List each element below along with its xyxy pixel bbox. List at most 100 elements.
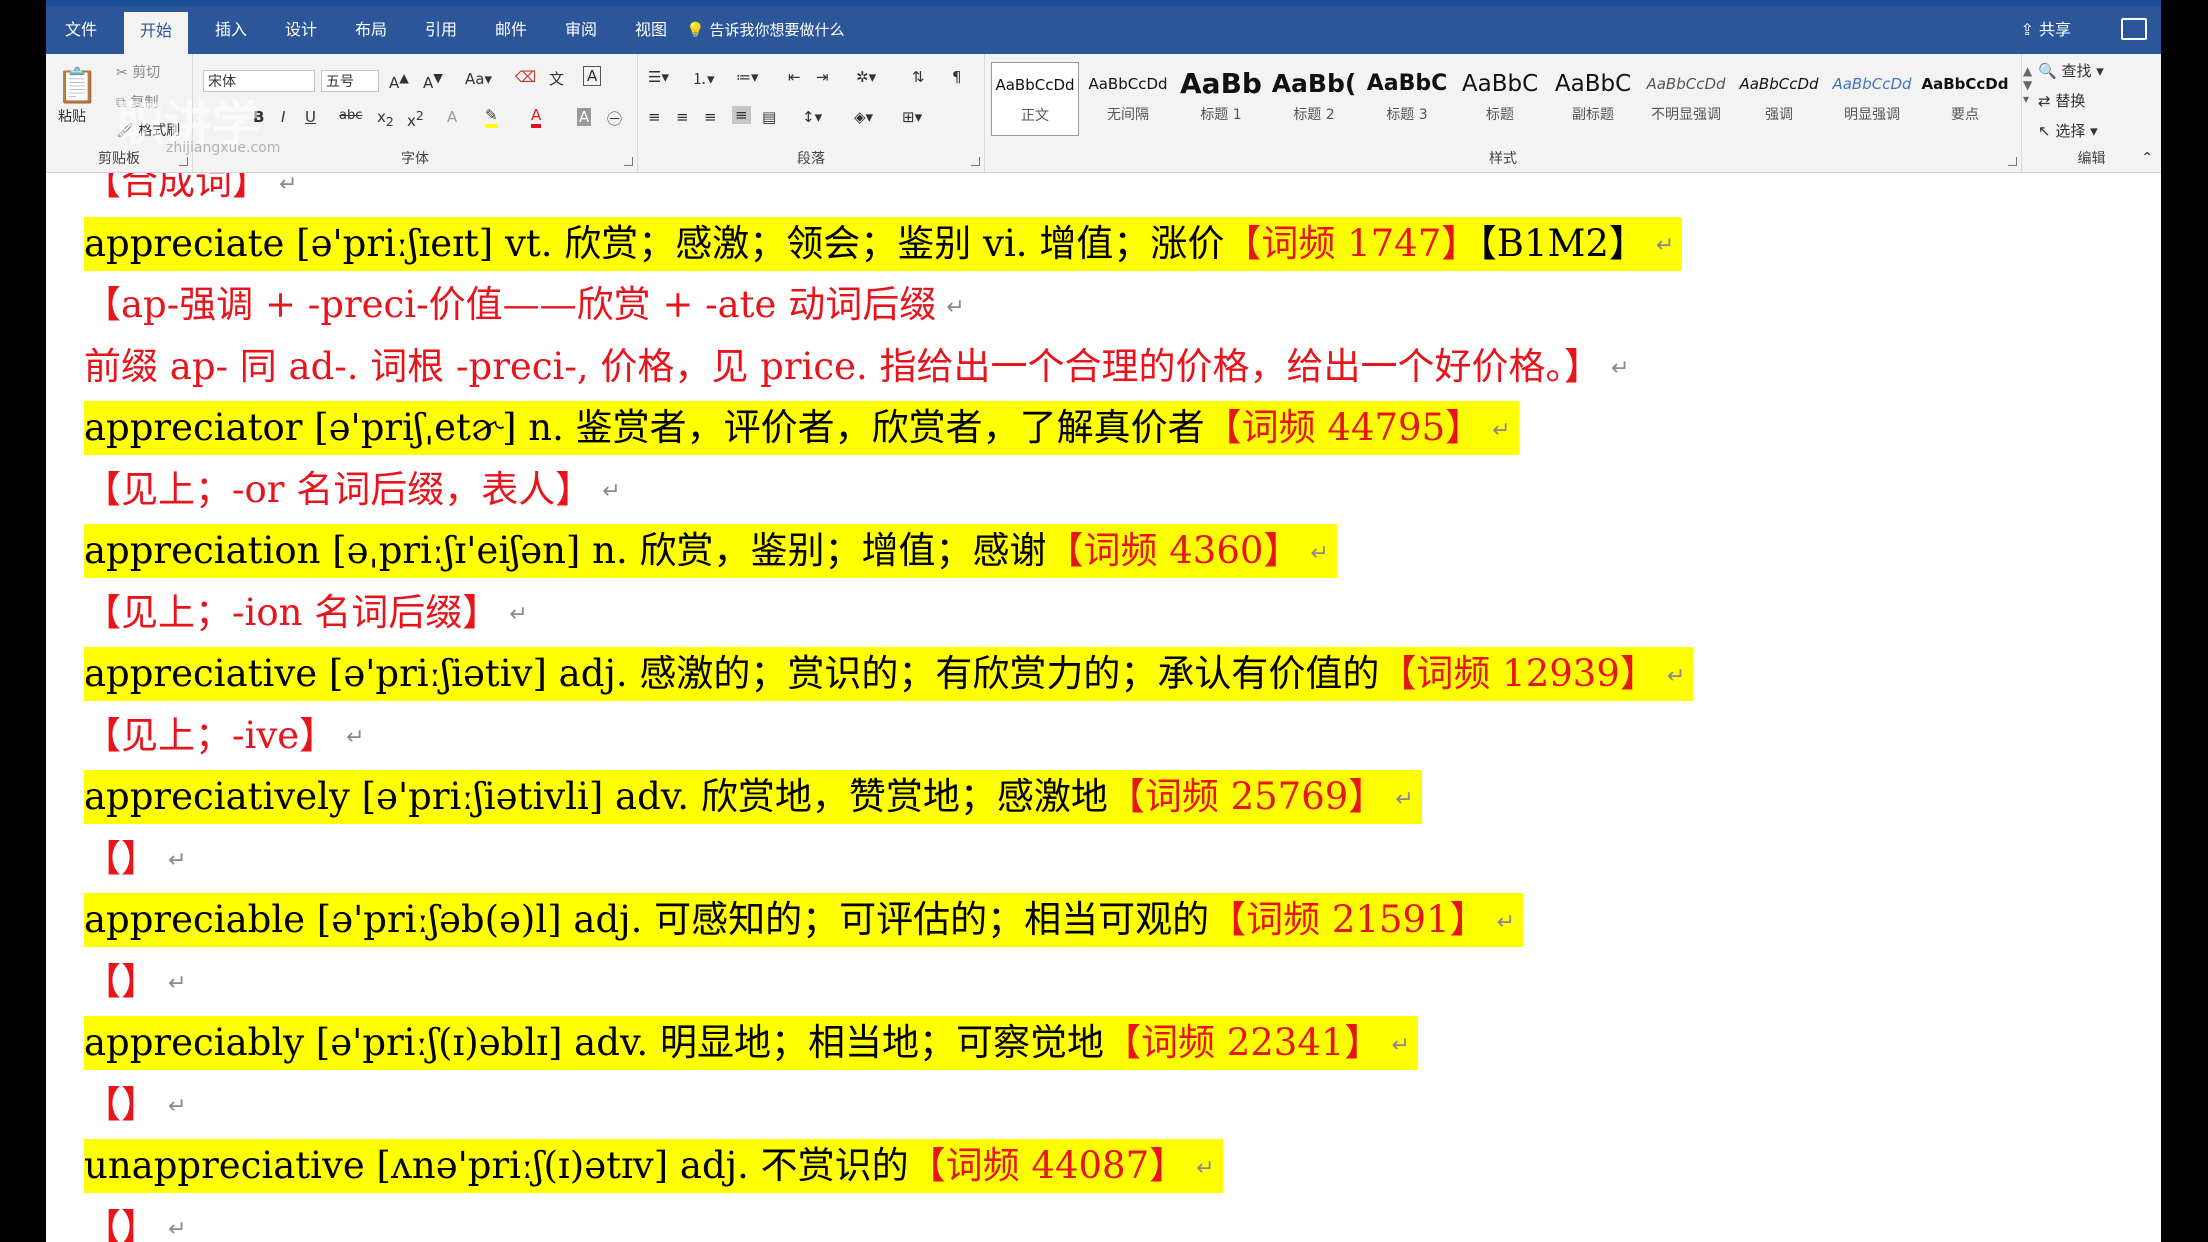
bullets-icon[interactable]: ☰▾ [648,68,669,86]
cut-button[interactable]: ✂ 剪切 [116,62,160,82]
tab-layout[interactable]: 布局 [336,6,406,54]
lightbulb-icon: 💡 [686,21,705,39]
tab-home[interactable]: 开始 [124,12,188,54]
shading-icon[interactable]: ◈▾ [854,108,873,126]
line-text: 【】 [84,1082,158,1126]
style-preview: AaBb( [1271,69,1357,98]
font-color-icon[interactable]: A [531,106,542,128]
find-label: 查找 [2061,62,2092,80]
change-case-button[interactable]: Aa▾ [465,70,492,88]
style-heading-1[interactable]: AaBb 标题 1 [1177,62,1265,136]
vocab-entry-line[interactable]: appreciative [ə'priːʃiətiv] adj. 感激的；赏识的… [84,647,1694,701]
phonetic-guide-icon[interactable]: 文 [549,68,564,89]
underline-icon[interactable]: U [305,108,316,126]
style-heading-3[interactable]: AaBbC 标题 3 [1363,62,1451,136]
note-line[interactable]: 【合成词】 ↵ [84,173,297,209]
note-line[interactable]: 【见上；-or 名词后缀，表人】 ↵ [84,463,621,517]
asian-layout-icon[interactable]: ✲▾ [856,68,876,86]
grow-font-icon[interactable]: A▲ [389,70,409,92]
char-border-icon[interactable]: A [583,66,602,86]
vocab-entry-line[interactable]: appreciation [əˌpriːʃɪ'eiʃən] n. 欣赏，鉴别；增… [84,524,1337,578]
justify-icon[interactable]: ≡ [732,106,751,124]
tell-me-box[interactable]: 💡 告诉我你想要做什么 [686,6,844,54]
note-line[interactable]: 【】 ↵ [84,832,186,886]
select-button[interactable]: ↖ 选择 ▾ [2038,120,2098,141]
enclose-char-icon[interactable]: ㊀ [607,108,622,129]
note-line[interactable]: 【ap-强调 + -preci-价值——欣赏 + -ate 动词后缀 ↵ [84,278,965,332]
document-page[interactable]: 【合成词】 ↵ appreciate [ə'priːʃɪeɪt] vt. 欣赏；感激… [46,173,2161,1242]
multilevel-list-icon[interactable]: ≔▾ [736,68,759,86]
style-subtitle[interactable]: AaBbC 副标题 [1549,62,1637,136]
style-title[interactable]: AaBbC 标题 [1456,62,1544,136]
change-case-label: Aa [465,70,485,88]
clear-format-icon[interactable]: ⌫ [515,68,536,86]
style-preview: AaBbCcDd [1646,75,1726,93]
vocab-entry-line[interactable]: unappreciative [ʌnə'priːʃ(ɪ)ətɪv] adj. 不… [84,1139,1223,1193]
search-icon: 🔍 [2038,62,2057,80]
tab-insert[interactable]: 插入 [196,6,266,54]
tab-design[interactable]: 设计 [266,6,336,54]
replace-label: 替换 [2055,92,2086,110]
paragraph-mark-icon: ↵ [168,971,187,996]
vocab-entry-line[interactable]: appreciable [ə'priːʃəb(ə)l] adj. 可感知的；可评… [84,893,1524,947]
note-line[interactable]: 【】 ↵ [84,1201,186,1242]
align-center-icon[interactable]: ≡ [676,108,689,126]
sort-icon[interactable]: ⇅ [912,68,925,86]
vocab-entry-line[interactable]: appreciator [ə'priʃˌetɚ] n. 鉴赏者，评价者，欣赏者，… [84,401,1519,455]
style-heading-2[interactable]: AaBb(标题 2 [1270,62,1358,136]
show-marks-icon[interactable]: ¶ [952,68,962,86]
tab-references[interactable]: 引用 [406,6,476,54]
shrink-font-icon[interactable]: A▼ [423,70,443,92]
align-right-icon[interactable]: ≡ [704,108,717,126]
note-line[interactable]: 【】 ↵ [84,1078,186,1132]
collapse-ribbon-icon[interactable]: ⌃ [2141,150,2153,166]
font-launcher-icon[interactable] [624,157,633,166]
cursor-icon: ↖ [2038,122,2051,140]
clipboard-launcher-icon[interactable] [179,157,188,166]
decrease-indent-icon[interactable]: ⇤ [788,68,801,86]
styles-launcher-icon[interactable] [2008,157,2017,166]
find-button[interactable]: 🔍 查找 ▾ [2038,60,2104,81]
strikethrough-icon[interactable]: abc [339,108,362,123]
style-subtle-emphasis[interactable]: AaBbCcDd 不明显强调 [1642,62,1730,136]
highlight-icon[interactable]: ✎ [485,106,498,128]
subscript-icon[interactable]: x2 [377,108,394,129]
align-left-icon[interactable]: ≡ [648,108,661,126]
comment-icon[interactable] [2121,18,2147,40]
paste-label[interactable]: 粘贴 [58,106,86,126]
numbering-icon[interactable]: ⒈▾ [692,68,715,89]
font-size-select[interactable]: 五号 [321,70,379,92]
style-preview: AaBb [1180,67,1262,100]
tab-review[interactable]: 审阅 [546,6,616,54]
paste-icon[interactable]: 📋 [56,66,98,106]
paragraph-mark-icon: ↵ [1655,233,1675,258]
tab-view[interactable]: 视图 [616,6,686,54]
text-effects-icon[interactable]: A [447,108,457,126]
replace-button[interactable]: ⇄ 替换 [2038,90,2085,111]
style-no-spacing[interactable]: AaBbCcDd 无间隔 [1084,62,1172,136]
distributed-icon[interactable]: ▤ [762,108,776,126]
styles-group-label: 样式 [1489,151,1517,167]
style-emphasis[interactable]: AaBbCcDd 强调 [1735,62,1823,136]
line-spacing-icon[interactable]: ↕▾ [802,108,822,126]
vocab-entry-line[interactable]: appreciatively [ə'priːʃiətivli] adv. 欣赏地… [84,770,1422,824]
style-normal[interactable]: AaBbCcDd 正文 [991,62,1079,136]
increase-indent-icon[interactable]: ⇥ [816,68,829,86]
vocab-entry-line[interactable]: appreciably [ə'priːʃ(ɪ)əblɪ] adv. 明显地；相当… [84,1016,1418,1070]
note-line[interactable]: 【见上；-ion 名词后缀】 ↵ [84,586,528,640]
share-button[interactable]: ⇪ 共享 [2020,6,2071,54]
note-line[interactable]: 【见上；-ive】 ↵ [84,709,365,763]
borders-icon[interactable]: ⊞▾ [902,108,922,126]
note-line[interactable]: 【】 ↵ [84,955,186,1009]
italic-icon[interactable]: I [281,108,285,126]
char-shading-icon[interactable]: A [577,108,592,126]
paragraph-launcher-icon[interactable] [971,157,980,166]
vocab-entry-line[interactable]: appreciate [ə'priːʃɪeɪt] vt. 欣赏；感激；领会；鉴别… [84,216,1683,271]
style-strong[interactable]: AaBbCcDd 要点 [1921,62,2009,136]
group-styles: AaBbCcDd 正文 AaBbCcDd 无间隔 AaBb 标题 1 AaBb(标题 … [985,54,2032,172]
tab-file[interactable]: 文件 [46,6,116,54]
tab-mailings[interactable]: 邮件 [476,6,546,54]
style-intense-emphasis[interactable]: AaBbCcDd 明显强调 [1828,62,1916,136]
superscript-icon[interactable]: x2 [407,108,424,130]
note-line[interactable]: 前缀 ap- 同 ad-. 词根 -preci-, 价格，见 price. 指给… [84,340,1629,394]
